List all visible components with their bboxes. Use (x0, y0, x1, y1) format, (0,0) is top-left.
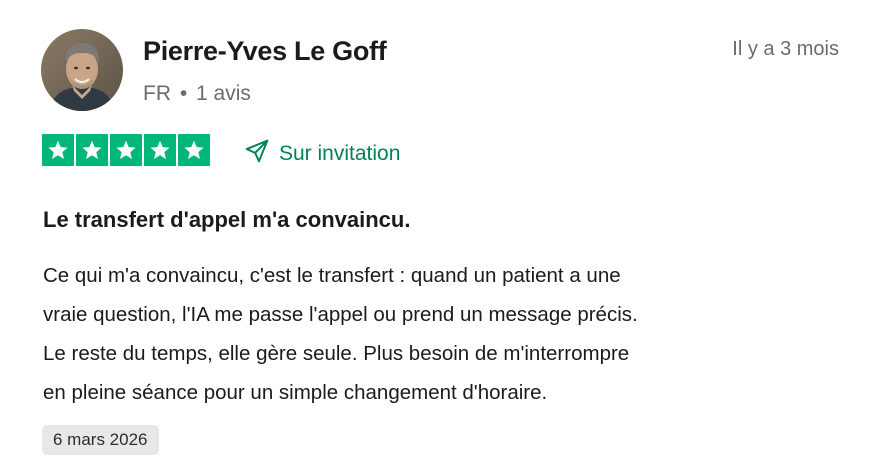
review-body-line: en pleine séance pour un simple changeme… (43, 381, 548, 404)
star-icon (42, 134, 74, 166)
star-rating (42, 134, 210, 166)
review-card: Pierre-Yves Le Goff FR • 1 avis Il y a 3… (0, 0, 880, 474)
review-body-line: Ce qui m'a convaincu, c'est le transfert… (43, 264, 621, 287)
experience-date-badge: 6 mars 2026 (42, 425, 159, 455)
review-title[interactable]: Le transfert d'appel m'a convaincu. (43, 207, 410, 233)
star-icon (110, 134, 142, 166)
reviewer-meta: FR • 1 avis (143, 82, 251, 106)
review-body-line: vraie question, l'IA me passe l'appel ou… (43, 303, 638, 326)
avatar-image (41, 29, 123, 111)
star-icon (76, 134, 108, 166)
review-body-line: Le reste du temps, elle gère seule. Plus… (43, 342, 630, 365)
avatar[interactable] (41, 29, 123, 111)
review-body: Ce qui m'a convaincu, c'est le transfert… (43, 256, 703, 412)
star-icon (144, 134, 176, 166)
star-icon (178, 134, 210, 166)
invitation-badge[interactable]: Sur invitation (244, 138, 400, 170)
review-relative-date: Il y a 3 mois (732, 38, 839, 60)
paper-plane-icon (244, 138, 270, 170)
reviewer-name[interactable]: Pierre-Yves Le Goff (143, 36, 387, 67)
meta-separator: • (179, 82, 188, 105)
invitation-label: Sur invitation (279, 142, 401, 165)
reviewer-country: FR (143, 82, 171, 105)
reviewer-review-count: 1 avis (196, 82, 251, 105)
